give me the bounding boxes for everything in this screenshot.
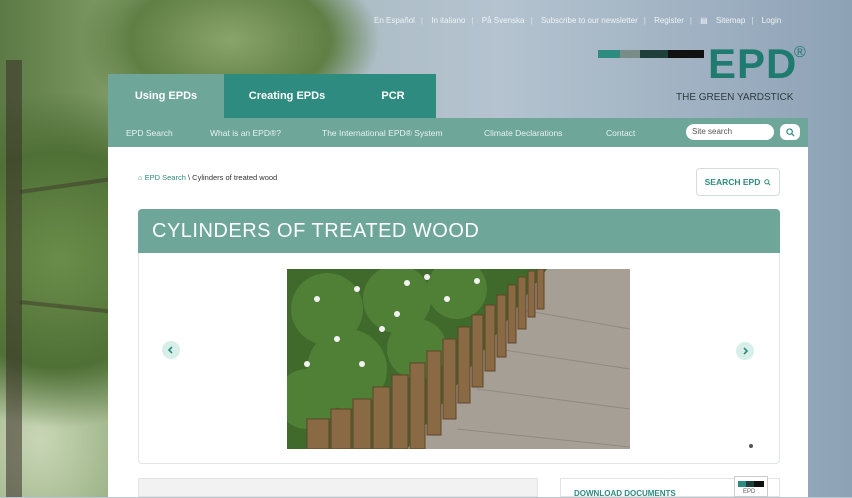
site-search-button[interactable] <box>780 124 800 140</box>
breadcrumb: ⌂ EPD Search \ Cylinders of treated wood <box>138 173 277 182</box>
search-epd-button[interactable]: SEARCH EPD <box>696 168 780 196</box>
logo-tagline: THE GREEN YARDSTICK <box>676 92 794 103</box>
logo-bars <box>598 46 704 62</box>
search-icon <box>785 127 795 137</box>
sitemap-icon: ▤ <box>700 16 708 25</box>
home-icon[interactable]: ⌂ <box>138 173 143 182</box>
link-svenska[interactable]: På Svenska <box>482 16 525 25</box>
tab-pcr[interactable]: PCR <box>350 74 436 118</box>
tab-label: Creating EPDs <box>248 90 326 102</box>
slider-prev-button[interactable] <box>162 341 180 359</box>
breadcrumb-epd-search[interactable]: EPD Search <box>145 173 186 182</box>
page-title: CYLINDERS OF TREATED WOOD <box>152 220 480 242</box>
description-panel <box>138 478 538 497</box>
tab-label: PCR <box>381 90 405 102</box>
link-italiano[interactable]: In italiano <box>431 16 465 25</box>
product-photo <box>287 269 630 449</box>
epd-document-icon: EPD <box>734 476 768 497</box>
link-sitemap[interactable]: Sitemap <box>716 16 745 25</box>
chevron-left-icon <box>167 346 173 354</box>
chevron-right-icon <box>743 347 749 355</box>
tab-label: Using EPDs <box>134 90 198 102</box>
nav-epd-search[interactable]: EPD Search <box>126 128 173 138</box>
link-login[interactable]: Login <box>762 16 782 25</box>
nav-climate-declarations[interactable]: Climate Declarations <box>484 128 562 138</box>
nav-contact[interactable]: Contact <box>606 128 635 138</box>
tab-creating-epds[interactable]: Creating EPDs <box>224 74 350 118</box>
epd-document-icon-text: EPD <box>743 489 756 495</box>
tree-trunk <box>6 60 22 497</box>
link-newsletter[interactable]: Subscribe to our newsletter <box>541 16 638 25</box>
top-links: En Español | In italiano | På Svenska | Sub… <box>374 16 782 25</box>
slider-indicator-dot[interactable] <box>749 444 753 448</box>
nav-international-epd-system[interactable]: The International EPD® System <box>322 128 443 138</box>
link-register[interactable]: Register <box>654 16 684 25</box>
logo-registered-mark: ® <box>794 44 806 61</box>
breadcrumb-current: Cylinders of treated wood <box>192 173 278 182</box>
search-icon <box>764 178 772 186</box>
site-search-input[interactable]: Site search <box>686 124 774 140</box>
nav-what-is-epd[interactable]: What is an EPD®? <box>210 128 281 138</box>
tab-using-epds[interactable]: Using EPDs <box>108 74 224 118</box>
link-espanol[interactable]: En Español <box>374 16 415 25</box>
logo[interactable]: EPD <box>708 40 797 88</box>
search-epd-label: SEARCH EPD <box>704 177 761 187</box>
slider-next-button[interactable] <box>736 342 754 360</box>
page-title-bar: CYLINDERS OF TREATED WOOD <box>138 209 780 253</box>
